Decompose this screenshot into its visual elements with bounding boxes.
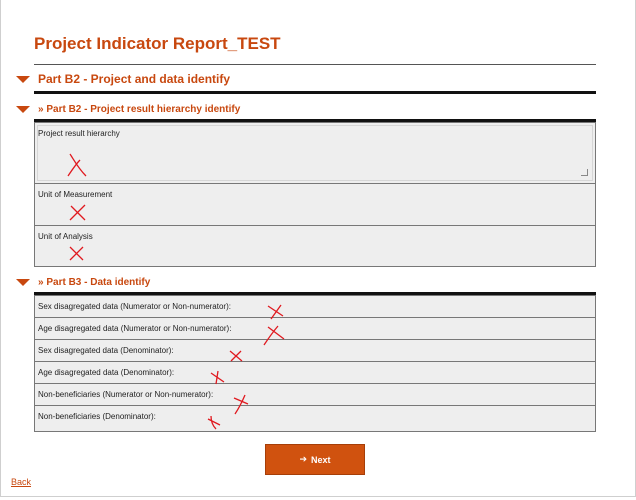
arrow-right-icon: ➔: [299, 454, 308, 464]
section-toggle-part-b2[interactable]: Part B2 - Project and data identify: [16, 69, 230, 89]
row-label: Age disagregated data (Denominator):: [38, 368, 175, 377]
title-divider: [34, 64, 596, 65]
field-project-result-hierarchy: Project result hierarchy: [35, 123, 595, 184]
field-label: Project result hierarchy: [38, 129, 120, 138]
collapse-triangle-icon: [16, 75, 30, 83]
row-sex-disaggregated-denominator[interactable]: Sex disagregated data (Denominator):: [35, 340, 595, 362]
row-label: Non-beneficiaries (Numerator or Non-nume…: [38, 390, 214, 399]
row-sex-disaggregated-numerator[interactable]: Sex disagregated data (Numerator or Non-…: [35, 296, 595, 318]
row-label: Age disagregated data (Numerator or Non-…: [38, 324, 232, 333]
field-unit-of-analysis[interactable]: Unit of Analysis: [35, 226, 595, 266]
row-non-beneficiaries-denominator[interactable]: Non-beneficiaries (Denominator):: [35, 406, 595, 428]
annotation-x-mark-icon: [265, 301, 287, 323]
annotation-x-mark-icon: [66, 243, 88, 265]
annotation-x-mark-icon: [67, 202, 89, 224]
section-toggle-result-hierarchy[interactable]: » Part B2 - Project result hierarchy ide…: [16, 99, 240, 119]
field-label: Unit of Measurement: [38, 190, 113, 199]
section-heading-part-b3: » Part B3 - Data identify: [38, 276, 151, 288]
field-unit-of-measurement[interactable]: Unit of Measurement: [35, 184, 595, 226]
annotation-x-mark-icon: [227, 347, 245, 365]
annotation-x-mark-icon: [64, 152, 90, 178]
row-non-beneficiaries-numerator[interactable]: Non-beneficiaries (Numerator or Non-nume…: [35, 384, 595, 406]
result-hierarchy-form: Project result hierarchy Unit of Measure…: [34, 122, 596, 267]
subsection-heading-result-hierarchy: » Part B2 - Project result hierarchy ide…: [38, 103, 241, 115]
annotation-x-mark-icon: [260, 323, 288, 347]
field-label: Unit of Analysis: [38, 232, 93, 241]
row-label: Sex disagregated data (Numerator or Non-…: [38, 302, 231, 311]
row-label: Non-beneficiaries (Denominator):: [38, 412, 156, 421]
next-button[interactable]: ➔ Next: [265, 444, 365, 475]
section-divider: [34, 91, 596, 94]
collapse-triangle-icon: [16, 105, 30, 113]
section-heading-part-b2: Part B2 - Project and data identify: [38, 72, 231, 86]
project-result-hierarchy-textarea[interactable]: [37, 125, 593, 181]
data-identify-form: Sex disagregated data (Numerator or Non-…: [34, 295, 596, 432]
collapse-triangle-icon: [16, 278, 30, 286]
annotation-x-mark-icon: [208, 368, 228, 386]
annotation-x-mark-icon: [230, 392, 252, 416]
row-label: Sex disagregated data (Denominator):: [38, 346, 174, 355]
row-age-disaggregated-numerator[interactable]: Age disagregated data (Numerator or Non-…: [35, 318, 595, 340]
annotation-x-mark-icon: [204, 413, 222, 431]
row-age-disaggregated-denominator[interactable]: Age disagregated data (Denominator):: [35, 362, 595, 384]
section-toggle-part-b3[interactable]: » Part B3 - Data identify: [16, 272, 150, 292]
next-button-label: Next: [311, 454, 331, 465]
page-title: Project Indicator Report_TEST: [34, 34, 281, 53]
resize-grip-icon[interactable]: [581, 169, 588, 176]
back-link[interactable]: Back: [11, 477, 31, 487]
